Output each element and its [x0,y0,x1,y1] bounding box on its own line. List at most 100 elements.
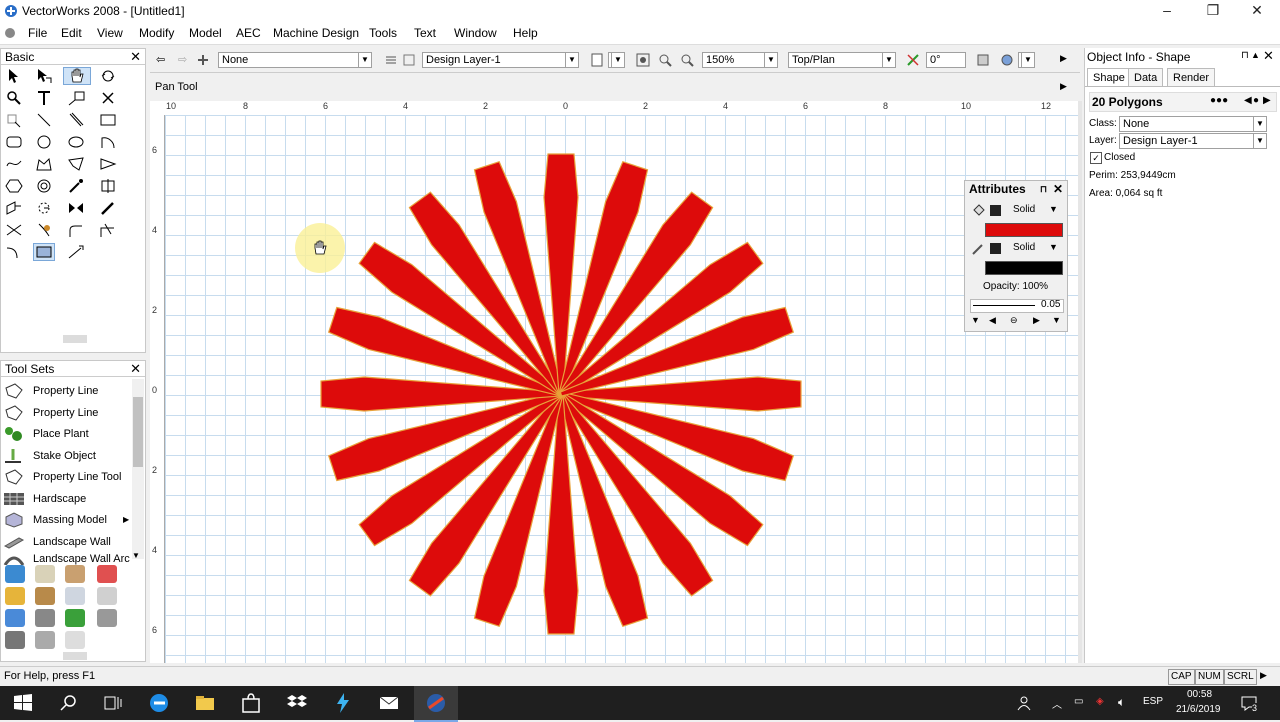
closed-checkbox[interactable]: ✓ [1090,152,1102,164]
menu-model[interactable]: Model [189,26,222,40]
layer-visibility-icon[interactable] [402,53,416,67]
forward-arrow-icon[interactable]: ⇨ [178,53,192,67]
rotate-plan-icon[interactable] [906,53,920,67]
app-icon[interactable] [4,4,18,18]
building-shell-icon[interactable] [35,565,55,583]
menu-edit[interactable]: Edit [61,26,82,40]
class-dropdown[interactable]: None ▼ [1119,116,1267,132]
projection-dropdown[interactable]: ▼ [1018,52,1035,68]
prev-object-icon[interactable]: ◀ [1244,95,1252,106]
fill-color-swatch[interactable] [985,223,1063,237]
pen-type-swatch[interactable] [990,243,1001,254]
arrow-left-icon[interactable]: ◀ [989,315,996,326]
tray-expand-icon[interactable]: ︿ [1052,696,1062,711]
connect-tool-icon[interactable] [3,243,25,261]
more-options-icon[interactable]: ●●● [1210,95,1228,106]
rotate-tool-icon[interactable] [33,199,55,217]
status-more-icon[interactable]: ▶ [1260,670,1267,681]
hardware-icon[interactable] [35,609,55,627]
start-icon[interactable] [12,692,34,714]
toolset-item[interactable]: Landscape Wall Arc [3,553,131,565]
circle-tool-icon[interactable] [33,133,55,151]
oval-tool-icon[interactable] [65,133,87,151]
restore-button[interactable]: ❐ [1190,0,1236,22]
toolset-item[interactable]: Landscape Wall [3,531,131,552]
toolset-item[interactable]: Stake Object [3,445,131,466]
back-arrow-icon[interactable]: ⇦ [156,53,170,67]
menu-tools[interactable]: Tools [369,26,397,40]
mail-icon[interactable] [378,692,400,714]
dims-notes-icon[interactable] [65,587,85,605]
app-bolt-icon[interactable] [332,692,354,714]
opacity-value[interactable]: Opacity: 100% [983,281,1048,292]
flip-tool-icon[interactable] [65,199,87,217]
edge-icon[interactable] [148,692,170,714]
sheet-icon[interactable] [590,53,604,67]
clock-date[interactable]: 21/6/2019 [1176,704,1221,715]
detailing-icon[interactable] [5,587,25,605]
collapse-icon[interactable]: ▲ [1251,50,1260,60]
tab-shape[interactable]: Shape [1087,68,1131,87]
select-object-icon[interactable]: ● [1253,95,1259,106]
language-indicator[interactable]: ESP [1143,696,1163,707]
pencil-tool-icon[interactable] [97,199,119,217]
active-layer-dropdown[interactable]: Design Layer-1 ▼ [422,52,579,68]
view-dropdown[interactable]: Top/Plan ▼ [788,52,896,68]
file-explorer-icon[interactable] [194,692,216,714]
mirror-tool-icon[interactable] [97,177,119,195]
projection-icon[interactable] [1000,53,1014,67]
trim-tool-icon[interactable] [3,221,25,239]
device-icon[interactable]: ▭ [1074,696,1083,707]
rotation-field[interactable]: 0° [926,52,966,68]
selection-tool-icon[interactable] [3,67,25,85]
people-icon[interactable] [1015,695,1033,711]
freehand-tool-icon[interactable] [3,155,25,173]
menu-aec[interactable]: AEC [236,26,261,40]
mode-bar-more-icon[interactable]: ▶ [1060,81,1067,92]
callout-tool-icon[interactable] [65,89,87,107]
regular-polygon-tool-icon[interactable] [97,155,119,173]
menu-view[interactable]: View [97,26,123,40]
scroll-down-icon[interactable]: ▼ [132,551,140,560]
zoom-tool-icon[interactable] [3,89,25,107]
pin-icon[interactable]: ⊓ [1040,181,1047,198]
close-icon[interactable]: ✕ [130,49,141,65]
machine-components-icon[interactable] [5,609,25,627]
layer-options-icon[interactable] [384,53,398,67]
vectorworks-taskbar-button[interactable] [414,686,458,722]
polyline-tool-icon[interactable] [33,155,55,173]
pen-color-swatch[interactable] [985,261,1063,275]
line-weight-field[interactable]: 0.05 [970,299,1064,313]
layer-dropdown[interactable]: Design Layer-1 ▼ [1119,133,1267,149]
create-object-tool-icon[interactable] [33,243,55,261]
toolset-item[interactable]: Property Line Tool [3,466,131,487]
3d-modeling-icon[interactable] [35,587,55,605]
text-tool-icon[interactable] [33,89,55,107]
menu-modify[interactable]: Modify [139,26,174,40]
chevron-down-icon[interactable]: ▼ [1049,242,1058,252]
close-icon[interactable]: ✕ [1263,48,1274,64]
class-options-icon[interactable] [196,53,210,67]
security-icon[interactable]: ◈ [1096,696,1104,707]
annotation-icon[interactable] [97,587,117,605]
close-icon[interactable]: ✕ [1053,181,1063,198]
render-mode-icon[interactable] [976,53,990,67]
menu-machine-design[interactable]: Machine Design [273,26,359,40]
search-icon[interactable] [58,692,80,714]
pin-icon[interactable]: ⊓ [1241,50,1249,61]
arrow-right-icon[interactable]: ▶ [1033,315,1040,326]
visualization-icon[interactable] [97,565,117,583]
menu-file[interactable]: File [28,26,47,40]
palette-collapse-icon[interactable] [63,335,87,343]
toolset-item[interactable]: Property Line [3,380,131,401]
chevron-down-icon[interactable]: ▼ [971,315,980,325]
furniture-icon[interactable] [65,565,85,583]
fill-style-value[interactable]: Solid [1013,204,1035,215]
chevron-down-icon[interactable]: ▼ [1049,204,1058,214]
polygon-starburst[interactable] [165,115,1078,663]
locus-tool-icon[interactable] [97,89,119,107]
arc-tool-icon[interactable] [97,133,119,151]
toolset-scroll-thumb[interactable] [133,397,143,467]
zoom-dropdown[interactable]: 150% ▼ [702,52,778,68]
pan-tool-icon[interactable] [63,67,91,85]
